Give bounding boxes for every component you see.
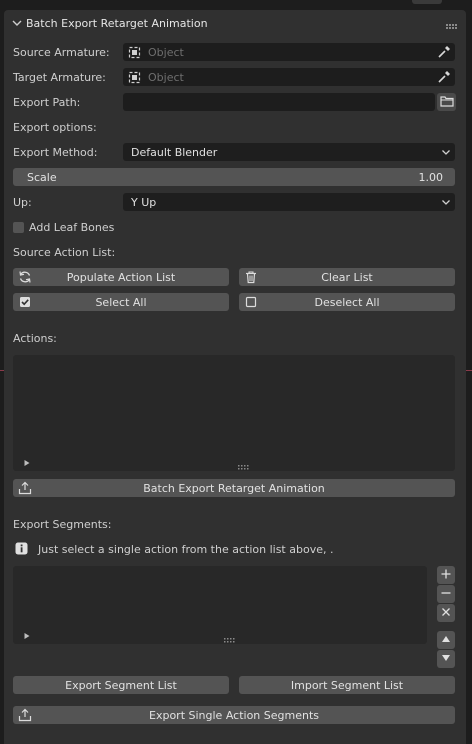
export-single-action-segments-button[interactable]: Export Single Action Segments [13,706,455,724]
target-armature-field[interactable]: Object [123,68,455,86]
deselect-all-button[interactable]: Deselect All [239,293,455,311]
minus-icon [441,588,451,601]
browse-folder-button[interactable] [437,93,456,111]
batch-export-label: Batch Export Retarget Animation [143,481,325,495]
source-armature-label: Source Armature: [13,46,110,59]
resize-grip-icon[interactable] [238,460,250,470]
export-icon [18,481,32,495]
batch-export-panel: Batch Export Retarget Animation Source A… [4,10,466,744]
add-segment-button[interactable] [437,566,455,584]
populate-action-list-button[interactable]: Populate Action List [13,268,229,286]
plus-icon [441,569,451,582]
folder-icon [439,95,454,110]
object-icon [128,71,141,84]
source-action-list-label: Source Action List: [13,246,116,259]
source-armature-placeholder: Object [148,45,184,59]
resize-grip-icon[interactable] [224,633,236,643]
export-segments-info: Just select a single action from the act… [38,543,334,556]
eyedropper-icon[interactable] [437,70,451,84]
export-path-label: Export Path: [13,96,81,109]
chevron-down-icon[interactable] [11,17,23,29]
batch-export-button[interactable]: Batch Export Retarget Animation [13,479,455,497]
up-axis-dropdown[interactable]: Y Up [123,193,455,211]
close-icon [441,607,451,620]
checkbox-empty-icon [244,295,258,309]
select-all-label: Select All [95,295,147,309]
triangle-up-icon [441,634,451,647]
export-method-label: Export Method: [13,146,98,159]
clear-segments-button[interactable] [437,604,455,622]
export-icon [18,708,32,722]
source-armature-field[interactable]: Object [123,43,455,61]
import-segment-list-label: Import Segment List [290,678,404,692]
clear-list-button[interactable]: Clear List [239,268,455,286]
export-segment-list-button[interactable]: Export Segment List [13,676,229,694]
segments-list[interactable] [13,566,427,644]
scale-slider[interactable]: Scale 1.00 [13,168,455,186]
export-single-action-segments-label: Export Single Action Segments [149,708,319,722]
expand-triangle-icon[interactable] [23,630,31,639]
eyedropper-icon[interactable] [437,45,451,59]
remove-segment-button[interactable] [437,585,455,603]
add-leaf-bones-checkbox[interactable] [13,222,24,233]
deselect-all-label: Deselect All [314,295,380,309]
actions-list[interactable] [13,355,455,471]
trash-icon [244,270,258,284]
clear-list-label: Clear List [321,270,373,284]
checkbox-checked-icon [18,295,32,309]
move-down-button[interactable] [437,650,455,668]
target-armature-label: Target Armature: [13,71,106,84]
scale-label: Scale [27,170,57,184]
triangle-down-icon [441,653,451,666]
up-axis-value: Y Up [131,195,157,209]
expand-triangle-icon[interactable] [23,457,31,466]
panel-title: Batch Export Retarget Animation [26,16,208,30]
chevron-down-icon [441,147,451,157]
up-axis-label: Up: [13,196,32,209]
populate-action-list-label: Populate Action List [66,270,176,284]
viewport-marker-right [466,370,472,371]
actions-label: Actions: [13,332,57,345]
drag-handle-icon[interactable] [446,20,458,29]
panel-header[interactable]: Batch Export Retarget Animation [4,13,466,33]
export-method-dropdown[interactable]: Default Blender [123,143,455,161]
export-segments-label: Export Segments: [13,518,112,531]
move-up-button[interactable] [437,631,455,649]
add-leaf-bones-label: Add Leaf Bones [29,221,115,234]
scale-value: 1.00 [418,170,444,184]
import-segment-list-button[interactable]: Import Segment List [239,676,455,694]
export-path-input[interactable] [123,93,435,111]
info-icon [15,542,28,555]
chevron-down-icon [441,197,451,207]
target-armature-placeholder: Object [148,70,184,84]
export-options-label: Export options: [13,121,97,134]
region-tab[interactable] [412,0,442,4]
export-segment-list-label: Export Segment List [65,678,177,692]
object-icon [128,46,141,59]
refresh-icon [18,270,32,284]
select-all-button[interactable]: Select All [13,293,229,311]
export-method-value: Default Blender [131,145,218,159]
